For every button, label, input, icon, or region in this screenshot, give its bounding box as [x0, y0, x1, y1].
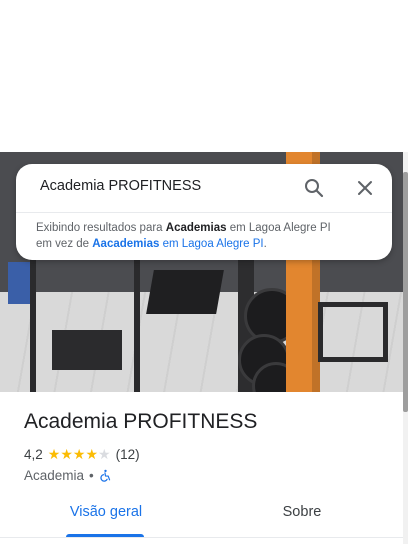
star-icon: ★	[60, 446, 73, 462]
alt-term: Aacademias	[92, 238, 160, 250]
separator-dot: •	[89, 467, 94, 483]
star-icon: ★	[47, 446, 61, 462]
spelling-suggestion: Exibindo resultados para Academias em La…	[36, 220, 376, 252]
shown-location: em Lagoa Alegre PI	[226, 222, 331, 234]
category-row: Academia •	[24, 466, 112, 484]
star-icon: ★	[85, 446, 99, 462]
original-query-link[interactable]: Aacademias em Lagoa Alegre PI	[92, 238, 263, 250]
wheelchair-icon	[99, 469, 112, 482]
instead-prefix: em vez de	[36, 238, 93, 250]
place-tabs: Visão geral Sobre	[0, 504, 408, 544]
rating-stars: ★ ★ ★ ★ ★	[48, 447, 111, 461]
rating-row[interactable]: 4,2 ★ ★ ★ ★ ★ (12)	[24, 445, 140, 463]
photo-machine-seat	[52, 330, 122, 370]
search-icon[interactable]	[302, 176, 326, 200]
card-divider	[16, 212, 392, 213]
alt-location: em Lagoa Alegre PI	[159, 238, 264, 250]
scrollbar-thumb[interactable]	[403, 172, 408, 412]
blank-area	[0, 0, 408, 152]
place-category[interactable]: Academia	[24, 468, 84, 483]
place-panel: Academia PROFITNESS 4,2 ★ ★ ★ ★ ★ (12) A…	[0, 392, 408, 544]
photo-bench	[318, 302, 388, 362]
close-icon[interactable]	[353, 176, 377, 200]
tab-about[interactable]: Sobre	[262, 504, 342, 534]
place-title: Academia PROFITNESS	[24, 410, 258, 433]
shown-term: Academias	[165, 222, 227, 234]
search-input[interactable]: Academia PROFITNESS	[40, 178, 201, 194]
suggestion-suffix: .	[263, 238, 267, 250]
tab-overview[interactable]: Visão geral	[66, 504, 146, 534]
review-count[interactable]: (12)	[116, 447, 140, 462]
photo-treadmill	[146, 270, 224, 314]
tabs-divider	[0, 537, 408, 538]
scrollbar[interactable]	[403, 152, 408, 544]
photo-chair	[8, 262, 30, 304]
rating-value: 4,2	[24, 446, 43, 462]
star-icon: ★	[72, 446, 86, 462]
search-card: Academia PROFITNESS Exibindo resultados …	[16, 164, 392, 260]
star-icon: ★	[98, 446, 111, 462]
suggestion-prefix: Exibindo resultados para	[36, 222, 166, 234]
